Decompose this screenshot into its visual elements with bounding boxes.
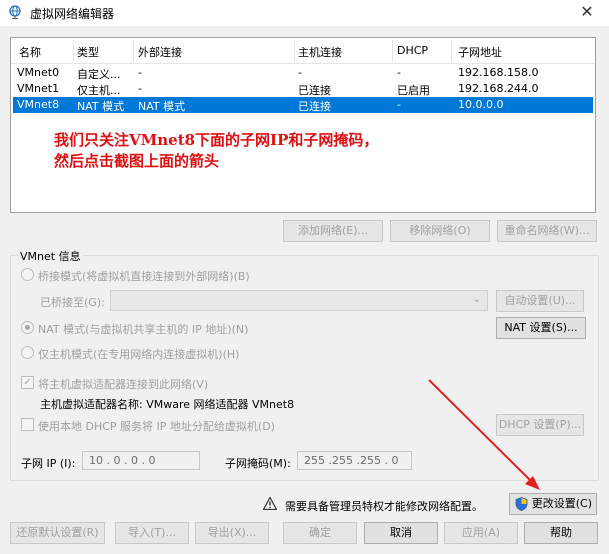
change-settings-label: 更改设置(C) <box>531 497 592 510</box>
annotation-note: 我们只关注VMnet8下面的子网IP和子网掩码， 然后点击截图上面的箭头 <box>54 130 378 172</box>
ok-button[interactable]: 确定 <box>283 522 357 544</box>
cancel-button[interactable]: 取消 <box>364 522 438 544</box>
rename-network-button[interactable]: 重命名网络(W)... <box>497 220 597 242</box>
window-title: 虚拟网络编辑器 <box>30 7 115 21</box>
subnet-ip-field[interactable]: 10 . 0 . 0 . 0 <box>82 451 200 470</box>
admin-notice-text: 需要具备管理员特权才能修改网络配置。 <box>285 500 483 513</box>
nat-mode-label: NAT 模式(与虚拟机共享主机的 IP 地址)(N) <box>38 323 249 336</box>
use-dhcp-checkbox[interactable] <box>21 418 34 431</box>
col-header-subnet[interactable]: 子网地址 <box>458 44 502 60</box>
bridge-mode-radio[interactable] <box>21 268 34 281</box>
apply-button[interactable]: 应用(A) <box>444 522 518 544</box>
change-settings-button[interactable]: 更改设置(C) <box>509 493 597 515</box>
cell-external: NAT 模式 <box>138 100 186 113</box>
connect-adapter-label: 将主机虚拟适配器连接到此网络(V) <box>38 378 209 391</box>
dhcp-settings-button[interactable]: DHCP 设置(P)... <box>496 414 584 436</box>
cell-name: VMnet8 <box>17 98 60 111</box>
cell-external: - <box>138 82 142 95</box>
restore-defaults-button[interactable]: 还原默认设置(R) <box>10 522 105 544</box>
auto-settings-button[interactable]: 自动设置(U)... <box>496 290 584 312</box>
cell-host: 已连接 <box>298 84 331 97</box>
vmnet-info-title: VMnet 信息 <box>18 248 83 264</box>
connect-adapter-checkbox[interactable]: ✓ <box>21 376 34 389</box>
cell-subnet: 192.168.158.0 <box>458 66 539 79</box>
chevron-down-icon: ⌄ <box>472 294 481 305</box>
table-row-selected[interactable]: VMnet8 NAT 模式 NAT 模式 已连接 - 10.0.0.0 <box>13 97 593 113</box>
adapter-name-text: 主机虚拟适配器名称: VMware 网络适配器 VMnet8 <box>40 398 295 411</box>
cell-name: VMnet1 <box>17 82 60 95</box>
cell-type: 仅主机... <box>77 84 121 97</box>
cell-type: 自定义... <box>77 68 121 81</box>
close-icon[interactable]: ✕ <box>575 1 599 23</box>
remove-network-button[interactable]: 移除网络(O) <box>390 220 490 242</box>
cell-dhcp: 已启用 <box>397 84 430 97</box>
annotation-line-1: 我们只关注VMnet8下面的子网IP和子网掩码， <box>54 131 379 149</box>
network-list[interactable]: 名称 类型 外部连接 主机连接 DHCP 子网地址 VMnet0 自定义... … <box>10 37 596 213</box>
network-globe-icon <box>9 5 21 19</box>
nat-mode-radio[interactable] <box>21 321 34 334</box>
bridged-to-label: 已桥接至(G): <box>40 296 105 309</box>
table-row[interactable]: VMnet0 自定义... - - - 192.168.158.0 <box>13 65 593 81</box>
vmnet-info-group <box>10 255 599 481</box>
annotation-line-2: 然后点击截图上面的箭头 <box>54 152 220 170</box>
cell-name: VMnet0 <box>17 66 60 79</box>
import-button[interactable]: 导入(T)... <box>115 522 189 544</box>
cell-host: 已连接 <box>298 100 331 113</box>
nat-settings-button[interactable]: NAT 设置(S)... <box>496 317 586 339</box>
cell-external: - <box>138 66 142 79</box>
cell-host: - <box>298 66 302 79</box>
bridge-mode-label: 桥接模式(将虚拟机直接连接到外部网络)(B) <box>38 270 250 283</box>
host-only-radio[interactable] <box>21 346 34 359</box>
export-button[interactable]: 导出(X)... <box>195 522 269 544</box>
col-header-type[interactable]: 类型 <box>77 44 99 60</box>
uac-shield-icon <box>515 497 528 511</box>
col-header-external[interactable]: 外部连接 <box>138 44 182 60</box>
warning-icon <box>263 497 277 510</box>
subnet-mask-field[interactable]: 255 .255 .255 . 0 <box>297 451 412 470</box>
title-bar: 虚拟网络编辑器 ✕ <box>0 0 609 26</box>
cell-dhcp: - <box>397 98 401 111</box>
col-header-name[interactable]: 名称 <box>19 44 41 60</box>
cell-dhcp: - <box>397 66 401 79</box>
host-only-label: 仅主机模式(在专用网络内连接虚拟机)(H) <box>38 348 240 361</box>
table-row[interactable]: VMnet1 仅主机... - 已连接 已启用 192.168.244.0 <box>13 81 593 97</box>
help-button[interactable]: 帮助 <box>524 522 598 544</box>
use-dhcp-label: 使用本地 DHCP 服务将 IP 地址分配给虚拟机(D) <box>38 420 275 433</box>
bridged-to-dropdown[interactable]: ⌄ <box>110 290 488 311</box>
cell-subnet: 192.168.244.0 <box>458 82 539 95</box>
subnet-mask-label: 子网掩码(M): <box>225 457 291 470</box>
subnet-ip-label: 子网 IP (I): <box>21 457 76 470</box>
cell-type: NAT 模式 <box>77 100 125 113</box>
col-header-dhcp[interactable]: DHCP <box>397 44 428 57</box>
add-network-button[interactable]: 添加网络(E)... <box>283 220 383 242</box>
cell-subnet: 10.0.0.0 <box>458 98 504 111</box>
col-header-host[interactable]: 主机连接 <box>298 44 342 60</box>
list-header: 名称 类型 外部连接 主机连接 DHCP 子网地址 <box>11 38 595 64</box>
